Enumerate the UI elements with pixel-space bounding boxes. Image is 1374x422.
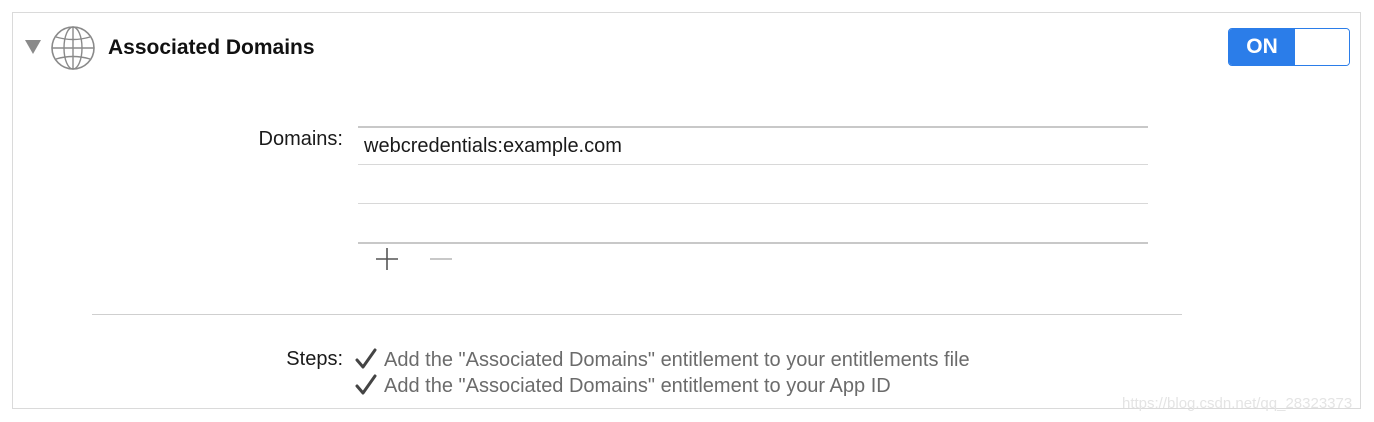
checkmark-icon <box>355 348 377 369</box>
globe-icon <box>51 26 95 70</box>
watermark-text: https://blog.csdn.net/qq_28323373 <box>1122 395 1353 412</box>
toggle-knob <box>1295 29 1349 65</box>
domain-row[interactable]: webcredentials:example.com <box>358 126 1148 164</box>
section-title: Associated Domains <box>108 36 315 59</box>
steps-label: Steps: <box>286 348 343 370</box>
toggle-on-label: ON <box>1229 29 1295 65</box>
step-text: Add the "Associated Domains" entitlement… <box>384 349 970 371</box>
domains-list-bottom-border <box>358 242 1148 244</box>
step-item: Add the "Associated Domains" entitlement… <box>355 374 891 398</box>
step-text: Add the "Associated Domains" entitlement… <box>384 375 891 397</box>
checkmark-icon <box>355 374 377 395</box>
domain-row[interactable] <box>358 164 1148 202</box>
section-divider <box>92 314 1182 315</box>
domains-label: Domains: <box>258 128 343 150</box>
add-domain-button[interactable] <box>374 246 400 272</box>
domain-row[interactable] <box>358 203 1148 241</box>
remove-domain-button[interactable] <box>428 246 454 272</box>
step-item: Add the "Associated Domains" entitlement… <box>355 348 970 372</box>
disclosure-triangle-icon[interactable] <box>25 40 41 54</box>
capability-toggle[interactable]: ON <box>1228 28 1350 66</box>
domains-list: webcredentials:example.com <box>358 126 1148 244</box>
